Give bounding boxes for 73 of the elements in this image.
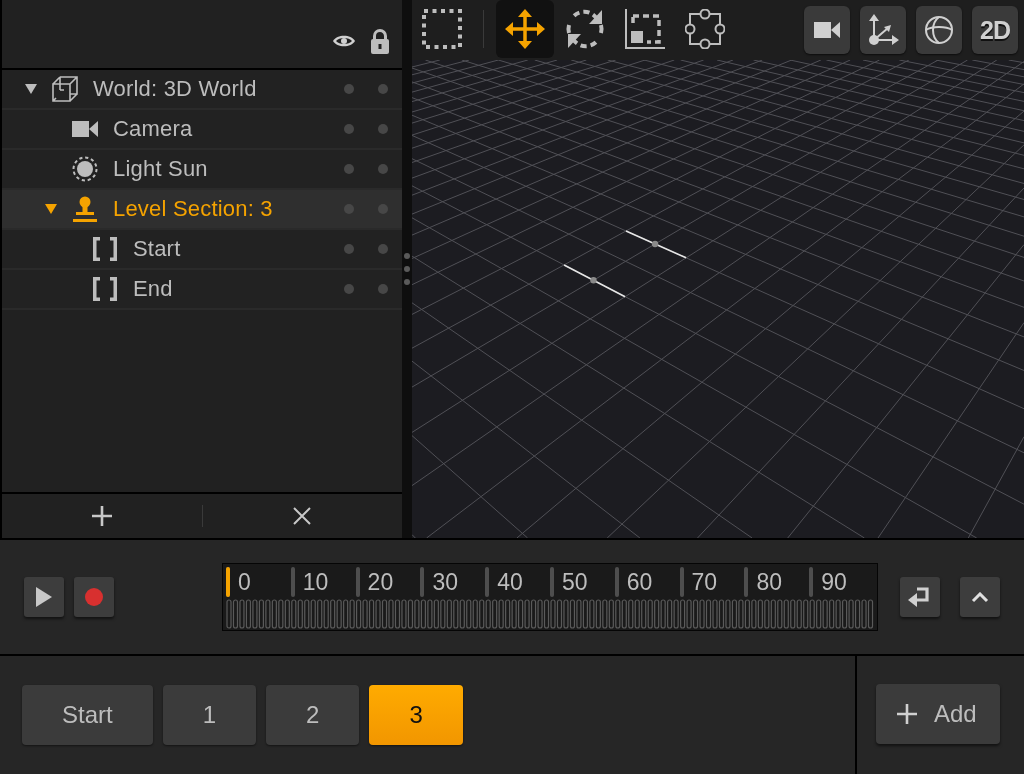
grip-icon[interactable] bbox=[404, 253, 410, 285]
tick-label: 10 bbox=[302, 568, 329, 597]
marker-segment[interactable] bbox=[563, 264, 626, 298]
visibility-dot[interactable] bbox=[344, 204, 354, 214]
tree-item-label: World: 3D World bbox=[93, 76, 257, 102]
tree-item-label: Light Sun bbox=[113, 156, 208, 182]
lock-dot[interactable] bbox=[378, 204, 388, 214]
tree-row[interactable]: Level Section: 3 bbox=[2, 190, 402, 230]
nodes-icon bbox=[685, 9, 725, 49]
brackets-icon bbox=[92, 276, 118, 302]
lock-dot[interactable] bbox=[378, 124, 388, 134]
lock-dot[interactable] bbox=[378, 84, 388, 94]
play-button[interactable] bbox=[24, 577, 64, 617]
sun-icon bbox=[72, 156, 98, 182]
video-camera-icon bbox=[814, 21, 840, 39]
plus-icon bbox=[91, 506, 112, 526]
caret-icon[interactable] bbox=[25, 84, 37, 94]
playhead[interactable] bbox=[226, 567, 230, 597]
axes-icon bbox=[867, 14, 899, 46]
timeline-ruler[interactable]: 0 10 20 30 40 50 60 70 80 90 bbox=[222, 563, 878, 631]
tick-label: 40 bbox=[497, 568, 523, 597]
stamp-icon bbox=[73, 196, 97, 222]
video-camera-icon bbox=[72, 120, 98, 138]
section-tab[interactable]: Start bbox=[22, 685, 153, 745]
plus-icon bbox=[897, 704, 917, 724]
section-tab[interactable]: 1 bbox=[162, 685, 257, 745]
visibility-dot[interactable] bbox=[344, 244, 354, 254]
section-tab[interactable]: 3 bbox=[369, 685, 463, 745]
visibility-dot[interactable] bbox=[344, 124, 354, 134]
tick-label: 60 bbox=[626, 568, 653, 597]
tick-label: 30 bbox=[432, 568, 458, 597]
add-section-button[interactable]: Add bbox=[876, 684, 1000, 744]
view-mode-button[interactable]: 2D bbox=[972, 6, 1018, 54]
close-icon bbox=[293, 507, 312, 525]
play-icon bbox=[36, 587, 52, 607]
return-button[interactable] bbox=[900, 577, 940, 617]
tick-label: 90 bbox=[821, 568, 847, 597]
camera-button[interactable] bbox=[804, 6, 850, 54]
caret-icon[interactable] bbox=[45, 204, 57, 214]
record-button[interactable] bbox=[74, 577, 114, 617]
tick-label: 70 bbox=[691, 568, 718, 597]
move-arrows-icon bbox=[505, 9, 545, 49]
lock-dot[interactable] bbox=[378, 284, 388, 294]
visibility-dot[interactable] bbox=[344, 84, 354, 94]
move-tool-button[interactable] bbox=[496, 0, 554, 58]
lock-dot[interactable] bbox=[378, 244, 388, 254]
lock-dot[interactable] bbox=[378, 164, 388, 174]
record-icon bbox=[85, 588, 103, 606]
brackets-icon bbox=[92, 236, 118, 262]
chevron-up-icon bbox=[971, 591, 989, 603]
cube-icon bbox=[52, 76, 78, 102]
tree-item-label: Camera bbox=[113, 116, 193, 142]
globe-icon bbox=[924, 15, 954, 45]
tick-label: 20 bbox=[367, 568, 394, 597]
return-arrow-icon bbox=[908, 586, 932, 608]
dashed-square-icon bbox=[422, 9, 462, 49]
section-tab[interactable]: 2 bbox=[266, 685, 360, 745]
marker-segment[interactable] bbox=[625, 230, 687, 259]
axes-button[interactable] bbox=[860, 6, 906, 54]
tick-label: 80 bbox=[756, 568, 782, 597]
scale-icon bbox=[625, 9, 665, 49]
visibility-dot[interactable] bbox=[344, 164, 354, 174]
rotate-icon bbox=[564, 9, 606, 49]
tree-item-label: Start bbox=[133, 236, 181, 262]
tick-label: 0 bbox=[238, 568, 251, 597]
tick-label: 50 bbox=[562, 568, 588, 597]
lock-icon bbox=[370, 28, 390, 54]
tree-item-label: End bbox=[133, 276, 173, 302]
eye-icon bbox=[332, 33, 356, 49]
visibility-dot[interactable] bbox=[344, 284, 354, 294]
globe-button[interactable] bbox=[916, 6, 962, 54]
collapse-button[interactable] bbox=[960, 577, 1000, 617]
tree-item-label: Level Section: 3 bbox=[113, 196, 273, 222]
